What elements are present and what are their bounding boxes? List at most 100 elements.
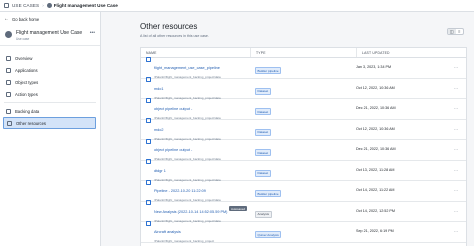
row-date-cell: Oct 12, 2022, 10:36 AM ⋯ (356, 127, 466, 132)
table-row[interactable]: mdo2 /Palantir/flight_management_backing… (141, 118, 466, 141)
breadcrumb-root[interactable]: USE CASES (12, 3, 39, 8)
use-case-icon (46, 3, 52, 8)
sidebar-item-object-types[interactable]: Object types (0, 76, 100, 88)
row-type-cell: Dataset (250, 100, 356, 118)
sidebar-item-action-types[interactable]: Action types (0, 88, 100, 100)
table-row[interactable]: flight_management_use_case_pipeline /Pal… (141, 56, 466, 79)
overview-icon (6, 55, 11, 61)
sidebar-item-backing-data[interactable]: Backing data (0, 105, 100, 117)
sidebar-item-label: Object types (15, 79, 39, 85)
more-options-icon[interactable]: ••• (90, 30, 95, 36)
backing-data-icon (6, 108, 11, 114)
top-breadcrumb-bar: USE CASES › Flight management Use Case (0, 0, 474, 12)
page-subtitle: A list of all other resources in this us… (140, 34, 209, 38)
breadcrumb-current: Flight management Use Case (53, 3, 118, 8)
back-arrow-icon: ← (4, 16, 9, 22)
table-row[interactable]: object pipeline output - /Palantir/fligh… (141, 97, 466, 120)
last-updated-date: Dec 21, 2022, 10:36 AM (356, 147, 396, 152)
resource-icon (146, 159, 151, 165)
sidebar: ← Go back home Flight management Use Cas… (0, 12, 101, 246)
table-row[interactable]: mdo1 /Palantir/flight_management_backing… (141, 77, 466, 100)
row-date-cell: Oct 13, 2022, 11:28 AM ⋯ (356, 168, 466, 173)
view-toggle[interactable]: ◫ ≡ (447, 28, 464, 35)
row-date-cell: Jan 3, 2023, 1:34 PM ⋯ (356, 65, 466, 70)
resource-name-link[interactable]: New Analysis (2022-10-14 14:52:05.59 PM) (154, 210, 227, 214)
column-header-name[interactable]: NAME (141, 51, 250, 55)
last-updated-date: Oct 13, 2022, 11:28 AM (356, 167, 395, 172)
row-more-icon[interactable]: ⋯ (454, 127, 458, 132)
go-back-home-link[interactable]: ← Go back home (0, 12, 100, 26)
row-more-icon[interactable]: ⋯ (454, 168, 458, 173)
resource-icon (146, 200, 151, 206)
sidebar-item-label: Overview (15, 55, 33, 61)
sidebar-item-label: Applications (15, 67, 38, 73)
resource-icon (146, 77, 151, 83)
column-header-last-updated[interactable]: LAST UPDATED (356, 48, 466, 57)
resource-name-link[interactable]: Aircraft analysis (154, 230, 181, 234)
resource-name-link[interactable]: dtdgr 1 (154, 169, 166, 173)
use-case-title: Flight management Use Case (16, 30, 83, 36)
type-tag: Dataset (255, 169, 271, 177)
last-updated-date: Dec 21, 2022, 10:36 AM (356, 106, 396, 111)
table-row[interactable]: object pipeline output - /Palantir/fligh… (141, 138, 466, 161)
row-more-icon[interactable]: ⋯ (454, 229, 458, 234)
last-updated-date: Sep 21, 2022, 6:19 PM (356, 229, 394, 234)
row-more-icon[interactable]: ⋯ (454, 65, 458, 70)
breadcrumb-separator-icon: › (42, 3, 44, 8)
type-tag: Builder pipeline (255, 67, 282, 75)
main-content: Other resources A list of all other reso… (101, 12, 474, 246)
last-updated-date: Oct 14, 2022, 11:22 AM (356, 188, 395, 193)
use-case-header: Flight management Use Case Use case ••• (0, 26, 100, 46)
last-updated-date: Oct 14, 2022, 12:52 PM (356, 208, 395, 213)
action-types-icon (6, 91, 11, 97)
row-more-icon[interactable]: ⋯ (454, 106, 458, 111)
resource-name-link[interactable]: mdo2 (154, 128, 164, 132)
list-view-icon[interactable]: ≡ (456, 29, 464, 34)
row-more-icon[interactable]: ⋯ (454, 147, 458, 152)
row-more-icon[interactable]: ⋯ (454, 86, 458, 91)
row-date-cell: Oct 12, 2022, 10:36 AM ⋯ (356, 86, 466, 91)
object-types-icon (6, 79, 11, 85)
grid-view-icon[interactable]: ◫ (448, 29, 456, 34)
table-row[interactable]: Pipeline - 2022-10-20 11:22:09 /Palantir… (141, 179, 466, 202)
resource-name-link[interactable]: Pipeline - 2022-10-20 11:22:09 (154, 189, 206, 193)
resource-name-link[interactable]: flight_management_use_case_pipeline (154, 66, 220, 70)
column-header-type[interactable]: TYPE (250, 48, 356, 57)
type-tag: Dataset (255, 149, 271, 157)
table-row[interactable]: Aircraft analysis /Palantir/flight_manag… (141, 220, 466, 243)
row-type-cell: Analysis (250, 202, 356, 220)
resource-name-link[interactable]: object pipeline output - (154, 148, 192, 152)
last-updated-date: Oct 12, 2022, 10:36 AM (356, 85, 395, 90)
row-more-icon[interactable]: ⋯ (454, 188, 458, 193)
row-date-cell: Dec 21, 2022, 10:36 AM ⋯ (356, 147, 466, 152)
row-type-cell: Dataset (250, 79, 356, 97)
type-tag: Quiver Analysis (255, 231, 282, 239)
resource-name-link[interactable]: mdo1 (154, 87, 164, 91)
row-date-cell: Sep 21, 2022, 6:19 PM ⋯ (356, 229, 466, 234)
resources-table: NAME TYPE LAST UPDATED flight_management… (140, 47, 467, 246)
resource-icon (146, 138, 151, 144)
applications-icon (6, 67, 11, 73)
row-type-cell: Dataset (250, 120, 356, 138)
resource-name-link[interactable]: object pipeline output - (154, 107, 192, 111)
table-row[interactable]: New Analysis (2022-10-14 14:52:05.59 PM)… (141, 200, 466, 223)
use-case-badge-icon (5, 31, 12, 38)
row-type-cell: Quiver Analysis (250, 223, 356, 241)
resource-icon (146, 118, 151, 124)
sidebar-item-label: Other resources (16, 120, 47, 126)
nav-divider (4, 102, 96, 103)
row-type-cell: Builder pipeline (250, 59, 356, 77)
sidebar-item-applications[interactable]: Applications (0, 64, 100, 76)
row-name-cell: Aircraft analysis /Palantir/flight_manag… (141, 220, 250, 243)
type-tag: Dataset (255, 87, 271, 95)
sidebar-item-label: Backing data (15, 108, 40, 114)
sidebar-item-other-resources[interactable]: Other resources (3, 117, 96, 129)
table-row[interactable]: dtdgr 1 /Palantir/flight_management_back… (141, 159, 466, 182)
sidebar-nav: Overview Applications Object types Actio… (0, 46, 100, 129)
row-more-icon[interactable]: ⋯ (454, 209, 458, 214)
type-tag: Builder pipeline (255, 190, 282, 198)
row-date-cell: Dec 21, 2022, 10:36 AM ⋯ (356, 106, 466, 111)
type-tag: Dataset (255, 128, 271, 136)
resource-icon (146, 220, 151, 226)
sidebar-item-overview[interactable]: Overview (0, 52, 100, 64)
